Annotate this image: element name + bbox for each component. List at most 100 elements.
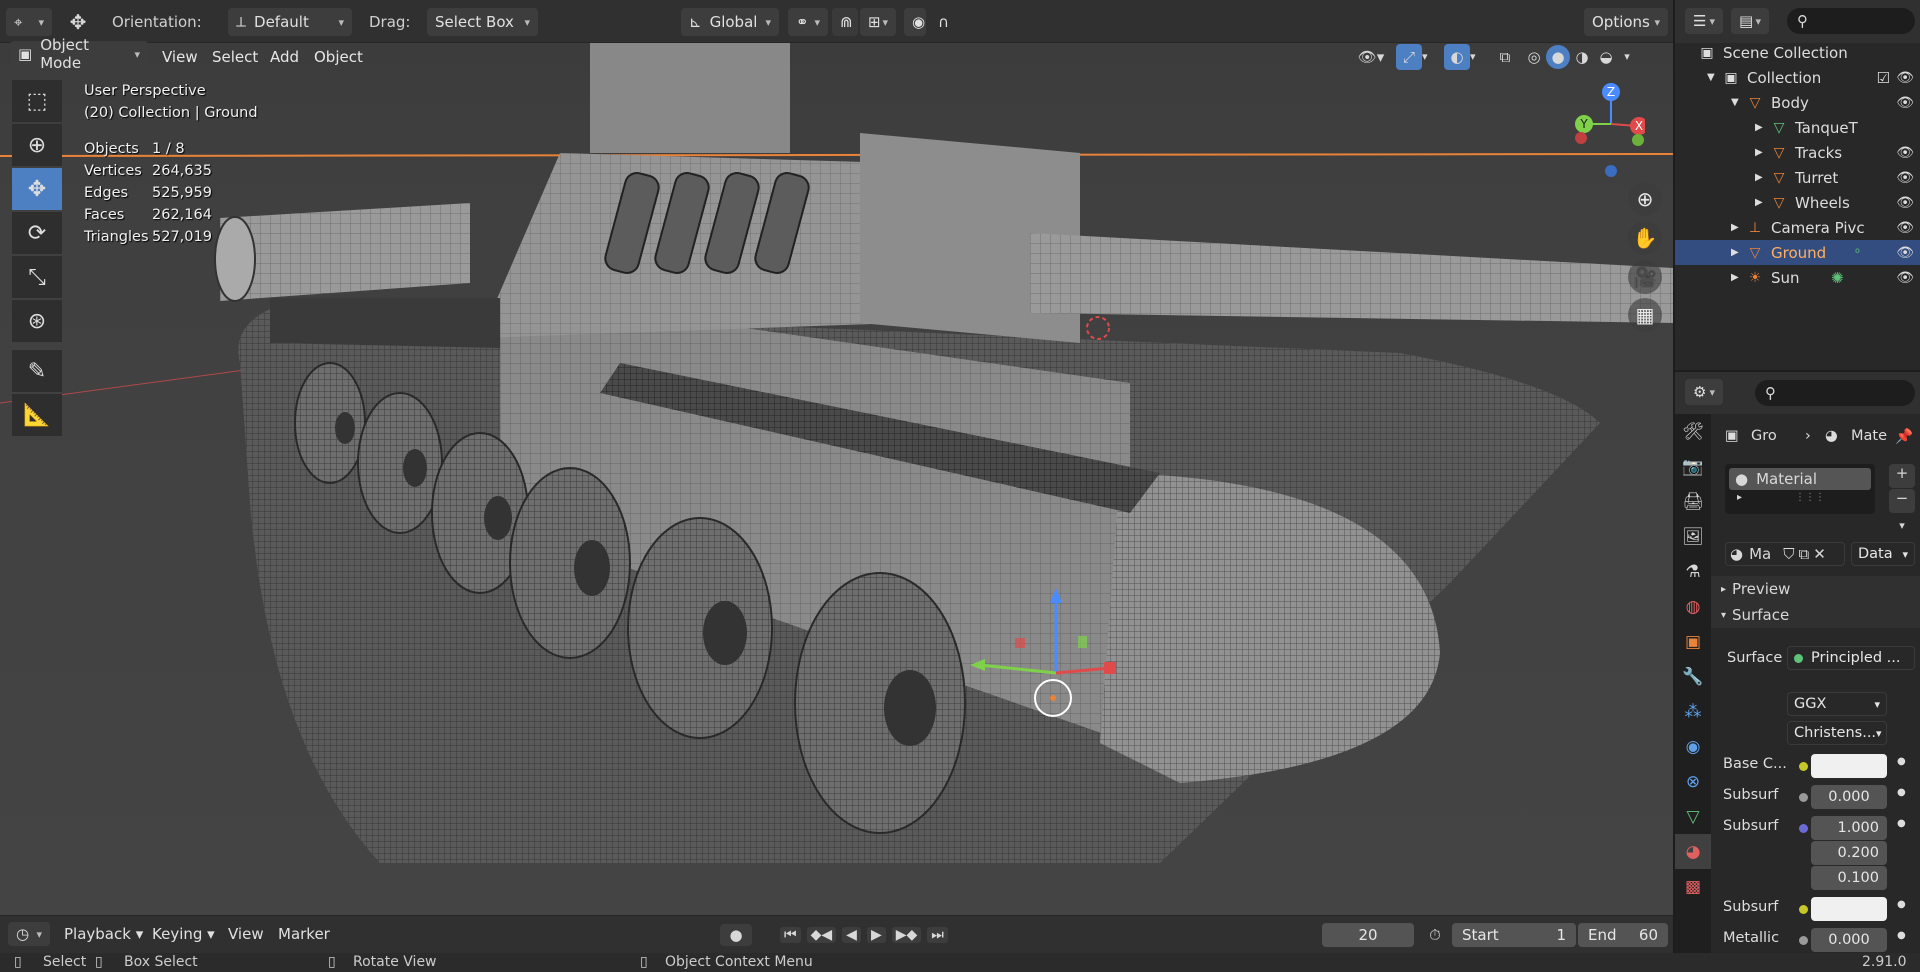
outliner-item-ground[interactable]: ▶ ▽ Ground ⁰ 👁	[1675, 240, 1920, 265]
fake-user-icon[interactable]: ⛉	[1783, 545, 1794, 563]
link-data-dropdown[interactable]: Data ▾	[1851, 542, 1915, 566]
metallic-field[interactable]: 0.000	[1811, 928, 1887, 952]
menu-object[interactable]: Object	[308, 44, 369, 70]
outliner-item-tanquet[interactable]: ▶ ▽ TanqueT	[1675, 115, 1920, 140]
eye-icon[interactable]: 👁	[1896, 170, 1914, 186]
next-keyframe-icon[interactable]: ▶◆	[891, 927, 922, 943]
transform-orientation-dropdown[interactable]: ⊾ Global ▾	[681, 8, 779, 36]
slot-specials-dropdown[interactable]: ▾	[1889, 514, 1915, 538]
subsurface-radius-z[interactable]: 0.100	[1811, 866, 1887, 890]
object-tab[interactable]: ▣	[1675, 624, 1711, 659]
display-mode-dropdown[interactable]: ▤ ▾	[1731, 8, 1769, 34]
surface-shader-dropdown[interactable]: Principled ...	[1787, 646, 1915, 670]
camera-view-button[interactable]: 🎥	[1628, 260, 1662, 294]
subsurface-method-dropdown[interactable]: Christens... ▾	[1787, 721, 1887, 745]
timeline-editor-type[interactable]: ◷ ▾	[8, 922, 50, 946]
proportional-edit-toggle[interactable]: ◉	[904, 8, 926, 36]
visibility-icon[interactable]: 👁▾	[1352, 48, 1390, 66]
close-icon[interactable]: ✕	[1813, 545, 1826, 563]
timeline-marker-menu[interactable]: Marker	[278, 925, 330, 943]
outliner-search-input[interactable]: ⚲	[1787, 8, 1915, 34]
overlay-toggle-icon[interactable]: ◐	[1444, 43, 1470, 70]
timeline-playback-menu[interactable]: Playback ▾	[64, 925, 143, 943]
outliner-item-collection[interactable]: ▼ ▣ Collection ☑ 👁	[1675, 65, 1920, 90]
keyframe-dot-icon[interactable]: ●	[1897, 787, 1906, 798]
surface-panel-header[interactable]: ▾ Surface	[1711, 602, 1920, 628]
snap-target-button[interactable]: ⊞ ▾	[860, 8, 896, 36]
outliner-item-turret[interactable]: ▶ ▽ Turret 👁	[1675, 165, 1920, 190]
current-frame-field[interactable]: 20	[1322, 923, 1414, 947]
select-box-tool[interactable]: ⬚	[12, 80, 62, 122]
options-dropdown[interactable]: Options ▾	[1584, 8, 1668, 36]
xray-toggle-icon[interactable]: ⧉	[1492, 48, 1518, 66]
snap-toggle[interactable]: ⋒	[832, 8, 858, 36]
timeline-keying-menu[interactable]: Keying ▾	[152, 925, 215, 943]
rendered-shading-icon[interactable]: ◒	[1594, 48, 1618, 66]
subsurface-color-swatch[interactable]	[1811, 897, 1887, 921]
output-tab[interactable]: 🖨	[1675, 484, 1711, 519]
orientation-dropdown[interactable]: ⟂ Default ▾	[228, 8, 352, 36]
measure-tool[interactable]: 📐	[12, 394, 62, 436]
eye-icon[interactable]: 👁	[1896, 220, 1914, 236]
properties-search-input[interactable]: ⚲	[1755, 380, 1915, 406]
keyframe-dot-icon[interactable]: ●	[1897, 899, 1906, 910]
list-resize-icon[interactable]: ⋮⋮⋮	[1795, 492, 1825, 503]
play-reverse-icon[interactable]: ◀	[842, 927, 861, 943]
menu-add[interactable]: Add	[264, 44, 305, 70]
keyframe-dot-icon[interactable]: ●	[1897, 930, 1906, 941]
prev-keyframe-icon[interactable]: ◆◀	[806, 927, 837, 943]
transform-tool[interactable]: ⊛	[12, 300, 62, 342]
modifier-tab[interactable]: 🔧	[1675, 659, 1711, 694]
outliner-editor-type[interactable]: ☰ ▾	[1685, 8, 1723, 34]
eye-icon[interactable]: 👁	[1896, 95, 1914, 111]
gizmo-toggle-icon[interactable]: ⤢	[1396, 43, 1422, 70]
drag-dropdown[interactable]: Select Box ▾	[427, 8, 538, 36]
outliner-item-wheels[interactable]: ▶ ▽ Wheels 👁	[1675, 190, 1920, 215]
outliner-item-body[interactable]: ▼ ▽ Body 👁	[1675, 90, 1920, 115]
material-slot-item[interactable]: ● Material	[1729, 468, 1871, 490]
outliner-item-tracks[interactable]: ▶ ▽ Tracks 👁	[1675, 140, 1920, 165]
add-slot-button[interactable]: +	[1889, 464, 1915, 488]
eye-icon[interactable]: 👁	[1896, 70, 1914, 86]
properties-editor-type[interactable]: ⚙ ▾	[1685, 379, 1723, 405]
auto-keying-toggle[interactable]: ●	[720, 924, 752, 946]
zoom-view-button[interactable]: ⊕	[1628, 182, 1662, 216]
scale-tool[interactable]: ⤡	[12, 256, 62, 298]
play-icon[interactable]: ▶	[866, 927, 886, 943]
editor-type-button[interactable]: ⌖ ▾	[6, 8, 52, 36]
outliner-item-sun[interactable]: ▶ ☀ Sun ✺ 👁	[1675, 265, 1920, 290]
remove-slot-button[interactable]: −	[1889, 489, 1915, 513]
menu-select[interactable]: Select	[206, 44, 264, 70]
material-datablock[interactable]: ◕ Ma ⛉ ⧉ ✕	[1725, 542, 1845, 566]
distribution-dropdown[interactable]: GGX ▾	[1787, 692, 1887, 716]
material-tab[interactable]: ◕	[1675, 834, 1711, 869]
scene-tab[interactable]: ⚗	[1675, 554, 1711, 589]
subsurface-radius-x[interactable]: 1.000	[1811, 816, 1887, 840]
outliner-item-camera-pivot[interactable]: ▶ ⊥ Camera Pivc 👁	[1675, 215, 1920, 240]
timeline-view-menu[interactable]: View	[228, 925, 264, 943]
tool-tab[interactable]: 🛠	[1675, 414, 1711, 449]
particles-tab[interactable]: ⁂	[1675, 694, 1711, 729]
view-layer-tab[interactable]: 🖼	[1675, 519, 1711, 554]
pivot-point-button[interactable]: ⚭ ▾	[788, 8, 828, 36]
eye-icon[interactable]: 👁	[1896, 245, 1914, 261]
copy-icon[interactable]: ⧉	[1799, 545, 1810, 563]
render-tab[interactable]: 📷	[1675, 449, 1711, 484]
wireframe-shading-icon[interactable]: ◎	[1522, 48, 1546, 66]
physics-tab[interactable]: ◉	[1675, 729, 1711, 764]
eye-icon[interactable]: 👁	[1896, 270, 1914, 286]
pin-icon[interactable]: 📌	[1895, 428, 1913, 445]
preview-panel-header[interactable]: ▸ Preview	[1711, 576, 1920, 602]
navigation-gizmo[interactable]: Z X Y	[1565, 78, 1645, 178]
ortho-toggle-button[interactable]: ▦	[1628, 298, 1662, 332]
pan-view-button[interactable]: ✋	[1628, 221, 1662, 255]
rotate-tool[interactable]: ⟳	[12, 212, 62, 254]
preview-range-icon[interactable]: ⏱	[1424, 924, 1446, 946]
constraints-tab[interactable]: ⊗	[1675, 764, 1711, 799]
texture-tab[interactable]: ▩	[1675, 869, 1711, 904]
checkbox-icon[interactable]: ☑	[1877, 69, 1890, 87]
move-tool[interactable]: ✥	[12, 168, 62, 210]
keyframe-dot-icon[interactable]: ●	[1897, 818, 1906, 829]
eye-icon[interactable]: 👁	[1896, 145, 1914, 161]
menu-view[interactable]: View	[156, 44, 204, 70]
